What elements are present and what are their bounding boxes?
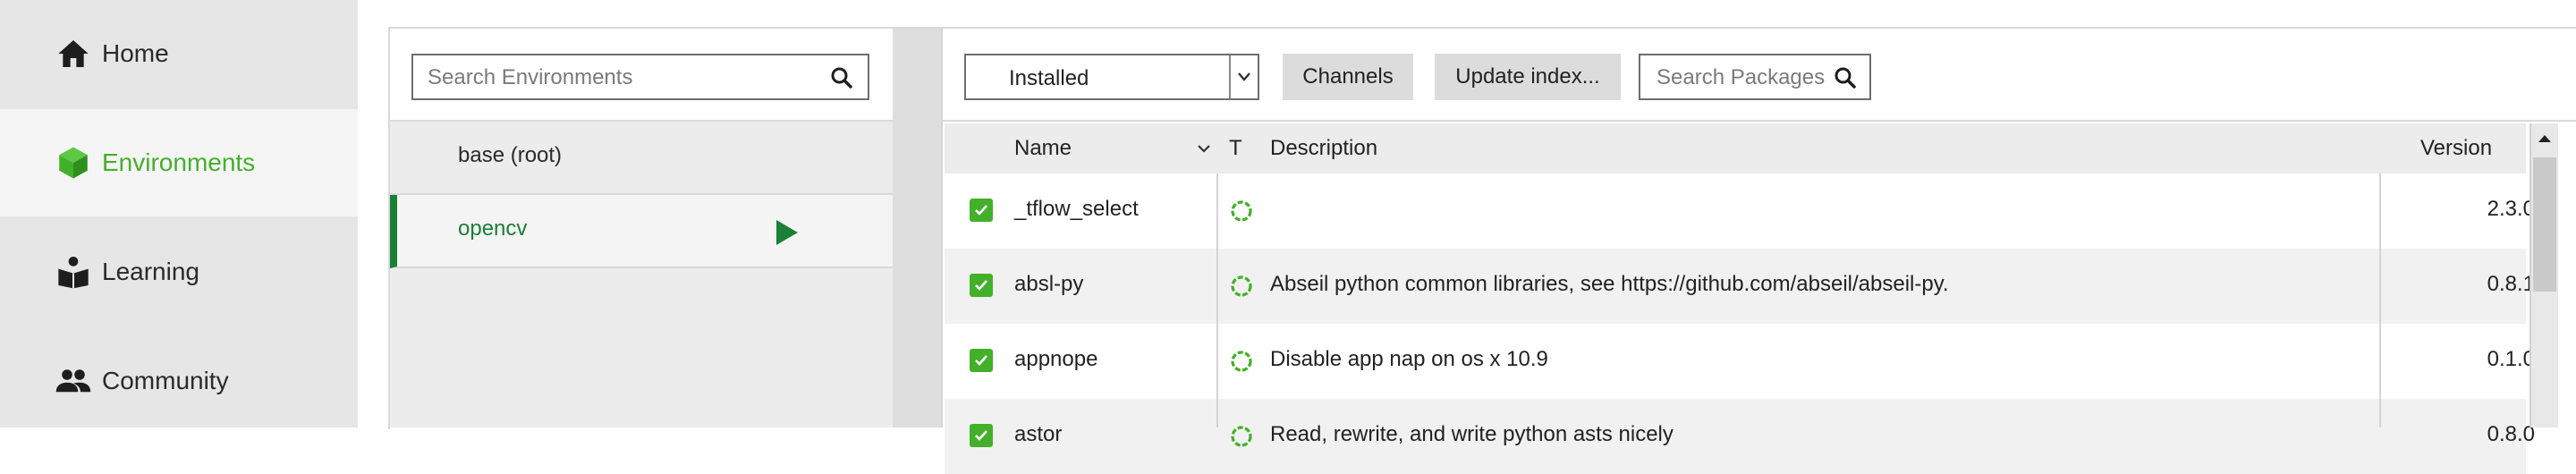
environment-item-opencv[interactable]: opencv	[390, 195, 893, 268]
environments-panel: base (root) opencv	[390, 29, 893, 427]
package-filter-select[interactable]: Installed	[964, 54, 1259, 100]
table-row[interactable]: astor Read, rewrite, and write python as…	[945, 399, 2535, 474]
sidebar: Home Environments Learning Community	[0, 0, 358, 427]
python-type-icon	[1229, 424, 1254, 449]
scroll-up-arrow-icon[interactable]	[2531, 123, 2558, 154]
channels-button[interactable]: Channels	[1283, 54, 1413, 100]
package-version: 0.8.0	[2487, 422, 2535, 446]
environment-item-base[interactable]: base (root)	[390, 122, 893, 195]
sidebar-item-home[interactable]: Home	[0, 0, 358, 107]
environment-name: opencv	[458, 216, 528, 241]
sidebar-item-label: Environments	[102, 148, 256, 176]
panel-divider[interactable]	[893, 29, 941, 427]
sidebar-item-label: Community	[102, 367, 229, 394]
python-type-icon	[1229, 274, 1254, 299]
sidebar-item-environments[interactable]: Environments	[0, 109, 358, 216]
chevron-down-icon[interactable]	[1229, 55, 1258, 98]
column-divider	[2379, 174, 2381, 427]
package-version: 2.3.0	[2487, 197, 2535, 221]
environment-search-bar	[390, 29, 893, 122]
search-icon[interactable]	[828, 64, 855, 91]
packages-toolbar: Installed Channels Update index...	[943, 29, 2576, 122]
home-icon	[54, 34, 93, 73]
package-description: Disable app nap on os x 10.9	[1270, 347, 1548, 371]
book-reader-icon	[54, 252, 93, 292]
search-icon[interactable]	[1832, 64, 1859, 91]
package-version: 0.1.0	[2487, 347, 2535, 371]
packages-panel: Installed Channels Update index... Name …	[941, 29, 2576, 474]
column-header-version[interactable]: Version	[2420, 136, 2492, 161]
table-header: Name T Description Version	[945, 123, 2526, 174]
python-type-icon	[1229, 349, 1254, 374]
package-name: _tflow_select	[1014, 197, 1139, 221]
people-icon	[54, 361, 93, 401]
sort-chevron-icon[interactable]	[1195, 140, 1213, 162]
table-row[interactable]: appnope Disable app nap on os x 10.9 0.1…	[945, 324, 2535, 399]
column-header-name[interactable]: Name	[1014, 136, 1072, 161]
package-description: Read, rewrite, and write python asts nic…	[1270, 422, 1674, 446]
search-environments-field[interactable]	[411, 54, 869, 100]
cube-icon	[54, 143, 93, 182]
package-name: astor	[1014, 422, 1063, 446]
sidebar-item-label: Learning	[102, 258, 199, 285]
table-row[interactable]: _tflow_select 2.3.0	[945, 174, 2535, 249]
scrollbar-thumb[interactable]	[2533, 157, 2556, 292]
sidebar-item-label: Home	[102, 39, 169, 67]
column-header-description[interactable]: Description	[1270, 136, 1377, 161]
table-row[interactable]: absl-py Abseil python common libraries, …	[945, 249, 2535, 324]
play-icon[interactable]	[776, 220, 798, 245]
sidebar-item-learning[interactable]: Learning	[0, 218, 358, 326]
vertical-scrollbar[interactable]	[2529, 123, 2558, 427]
sidebar-item-community[interactable]: Community	[0, 327, 358, 435]
package-description: Abseil python common libraries, see http…	[1270, 272, 1949, 296]
installed-checkbox[interactable]	[970, 199, 993, 222]
package-version: 0.8.1	[2487, 272, 2535, 296]
column-divider	[1216, 174, 1218, 427]
installed-checkbox[interactable]	[970, 349, 993, 372]
environment-name: base (root)	[458, 143, 563, 167]
search-packages-input[interactable]	[1655, 63, 1828, 93]
update-index-button[interactable]: Update index...	[1435, 54, 1621, 100]
search-packages-field[interactable]	[1639, 54, 1871, 100]
installed-checkbox[interactable]	[970, 274, 993, 297]
package-filter-value: Installed	[1009, 66, 1089, 90]
package-name: appnope	[1014, 347, 1098, 371]
column-header-type[interactable]: T	[1229, 136, 1242, 161]
search-environments-input[interactable]	[426, 63, 805, 93]
python-type-icon	[1229, 199, 1254, 224]
package-name: absl-py	[1014, 272, 1084, 296]
